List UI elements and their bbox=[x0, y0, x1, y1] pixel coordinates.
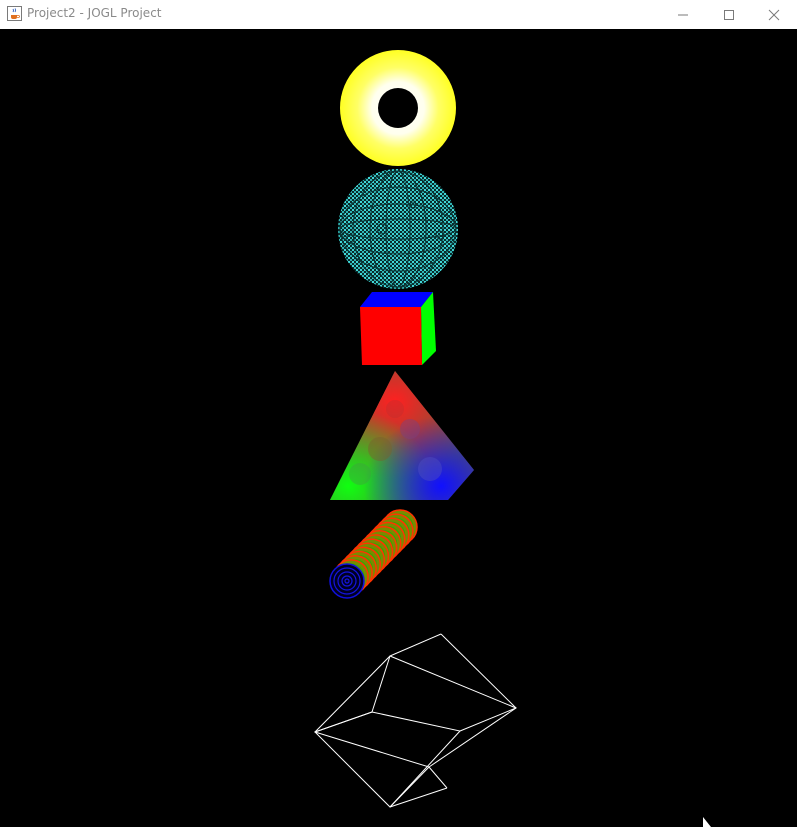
cylinder-ring bbox=[329, 563, 365, 599]
pyramid-shape bbox=[330, 371, 474, 500]
scene-svg bbox=[314, 50, 711, 827]
mouse-cursor-icon bbox=[703, 817, 711, 827]
minimize-button[interactable] bbox=[660, 0, 706, 29]
sphere-shape bbox=[338, 169, 458, 289]
maximize-button[interactable] bbox=[706, 0, 752, 29]
java-cup-icon bbox=[7, 6, 22, 21]
maximize-icon bbox=[724, 9, 734, 20]
cylinder-shape bbox=[329, 509, 418, 599]
app-window: Project2 - JOGL Project bbox=[0, 0, 797, 827]
gl-canvas[interactable] bbox=[0, 29, 797, 827]
close-icon bbox=[768, 9, 780, 20]
wireframe-cube-shape bbox=[314, 633, 518, 808]
title-bar[interactable]: Project2 - JOGL Project bbox=[0, 0, 797, 30]
cube-shape bbox=[360, 292, 436, 365]
window-title: Project2 - JOGL Project bbox=[27, 6, 162, 20]
close-button[interactable] bbox=[751, 0, 797, 29]
minimize-icon bbox=[678, 14, 688, 15]
torus-shape bbox=[340, 50, 456, 166]
